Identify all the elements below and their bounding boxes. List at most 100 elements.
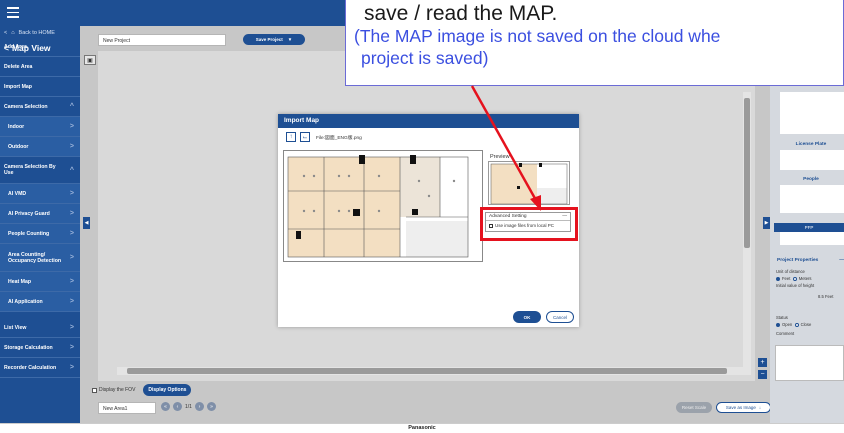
collapse-icon: — (839, 257, 844, 263)
last-page-button[interactable]: » (206, 402, 216, 411)
license-plate-thumbnail[interactable] (780, 92, 844, 134)
sidebar-item-outdoor[interactable]: Outdoor > (0, 137, 80, 157)
chevron-right-icon: > (69, 230, 74, 237)
sidebar-item-heat-map[interactable]: Heat Map > (0, 272, 80, 292)
unit-feet-radio[interactable] (776, 276, 780, 281)
sidebar-item-list-view[interactable]: List View > (0, 318, 80, 338)
people-thumbnail[interactable] (780, 185, 844, 213)
chevron-up-icon: ^ (69, 166, 74, 174)
floor-plan-drawing (284, 151, 482, 261)
upload-icon[interactable]: ↑ (286, 132, 296, 142)
download-icon: ↓ (758, 405, 762, 410)
dialog-title: Import Map (278, 114, 579, 128)
pfp-thumbnail[interactable] (780, 231, 844, 245)
sidebar-item-label: Camera Selection By Use (4, 164, 56, 176)
first-page-button[interactable]: « (161, 402, 170, 411)
horizontal-scrollbar-thumb[interactable] (127, 368, 727, 374)
unit-meters-radio[interactable] (792, 276, 797, 281)
file-name-label: File:図面_ENG版.png (316, 135, 362, 141)
sidebar-item-ai-privacy-guard[interactable]: AI Privacy Guard > (0, 204, 80, 224)
save-project-button[interactable]: Save Project ▼ (243, 34, 305, 45)
next-page-button[interactable]: › (194, 402, 204, 411)
status-close-radio[interactable] (794, 322, 799, 327)
status-label: Status (776, 315, 788, 320)
sidebar-item-recorder-calculation[interactable]: Recorder Calculation > (0, 358, 80, 378)
unit-of-distance-label: Unit of distance (776, 269, 805, 274)
area-pager: « ‹ 1/1 › » (161, 402, 216, 411)
sidebar-item-storage-calculation[interactable]: Storage Calculation > (0, 338, 80, 358)
sidebar-item-ai-application[interactable]: AI Application > (0, 292, 80, 312)
sidebar-item-label: AI Privacy Guard (8, 210, 50, 217)
chevron-right-icon: > (69, 324, 74, 331)
fov-row: Display the FOV Display Options (92, 384, 192, 396)
hamburger-menu-icon[interactable] (7, 7, 19, 18)
crop-icon[interactable]: ⌙ (300, 132, 310, 142)
chevron-right-icon: > (69, 143, 74, 150)
sidebar-item-label: Delete Area (4, 63, 33, 70)
preview-label: Preview (490, 154, 510, 160)
zoom-in-button[interactable]: + (758, 358, 767, 367)
sidebar-item-people-counting[interactable]: People Counting > (0, 224, 80, 244)
chevron-right-icon: > (69, 190, 74, 197)
sidebar-item-label: Heat Map (8, 278, 32, 285)
sidebar: < ⌂ Back to HOME < Map View Add Area Dele… (0, 26, 80, 423)
sidebar-item-delete-area[interactable]: Delete Area (0, 57, 80, 77)
chevron-right-icon: > (69, 210, 74, 217)
dialog-toolbar: ↑ ⌙ File:図面_ENG版.png (286, 132, 362, 142)
vertical-scrollbar[interactable] (743, 92, 751, 372)
sidebar-item-camera-selection[interactable]: Camera Selection ^ (0, 97, 80, 117)
map-layer-icon[interactable]: ▣ (84, 55, 96, 65)
back-to-home-link[interactable]: < ⌂ Back to HOME (4, 30, 55, 36)
horizontal-scrollbar[interactable] (117, 367, 751, 375)
callout-line-2: (The MAP image is not saved on the cloud… (354, 26, 721, 46)
sidebar-item-label: Area Counting/ Occupancy Detection (8, 251, 62, 264)
sidebar-item-ai-vmd[interactable]: AI VMD > (0, 184, 80, 204)
pfp-button[interactable]: PFP (774, 223, 844, 232)
sidebar-item-label: Recorder Calculation (4, 364, 57, 371)
reset-scale-button[interactable]: Reset Scale (676, 402, 712, 413)
chevron-right-icon: > (69, 254, 74, 261)
collapse-sidebar-button[interactable]: ◀ (83, 217, 90, 229)
sidebar-item-add-area[interactable]: Add Area (0, 37, 80, 57)
status-open-radio[interactable] (776, 322, 780, 327)
project-properties-header[interactable]: Project Properties — (774, 255, 844, 265)
initial-height-label: Initial value of height (776, 283, 815, 288)
sidebar-item-label: Indoor (8, 123, 25, 130)
sidebar-item-label: Add Area (4, 43, 27, 50)
license-plate-box[interactable] (780, 150, 844, 170)
ok-button[interactable]: OK (513, 311, 541, 323)
display-fov-label: Display the FOV (99, 387, 136, 393)
sidebar-item-import-map[interactable]: Import Map (0, 77, 80, 97)
area-name-field[interactable]: New Area1 (98, 402, 156, 414)
sidebar-item-label: Import Map (4, 83, 32, 90)
chevron-up-icon: ^ (69, 103, 74, 110)
highlight-red-box (480, 207, 578, 241)
sidebar-item-area-counting-occupancy-detection[interactable]: Area Counting/ Occupancy Detection > (0, 244, 80, 272)
cancel-button[interactable]: Cancel (546, 311, 574, 323)
callout-line-1: save / read the MAP. (364, 2, 558, 25)
display-options-button[interactable]: Display Options (143, 384, 192, 396)
floor-map-image[interactable] (283, 150, 483, 262)
annotation-callout: save / read the MAP. (The MAP image is n… (345, 0, 844, 86)
prev-page-button[interactable]: ‹ (173, 402, 182, 411)
status-radio-group: Open Close (776, 322, 811, 327)
chevron-right-icon: > (69, 278, 74, 285)
sidebar-item-camera-selection-by-use[interactable]: Camera Selection By Use ^ (0, 157, 80, 184)
project-name-field[interactable]: New Project (98, 34, 226, 46)
display-fov-checkbox[interactable] (92, 387, 97, 393)
zoom-out-button[interactable]: − (758, 370, 767, 379)
comment-textarea[interactable] (775, 345, 844, 381)
license-plate-label: License Plate (795, 142, 827, 147)
vertical-scrollbar-thumb[interactable] (744, 98, 750, 248)
chevron-left-icon: < (4, 30, 8, 36)
download-icon: ▼ (287, 37, 293, 42)
save-as-image-button[interactable]: Save as Image ↓ (716, 402, 771, 413)
expand-right-panel-button[interactable]: ▶ (763, 217, 770, 229)
comment-label: Comment (776, 331, 795, 336)
sidebar-item-label: Outdoor (8, 143, 29, 150)
height-value[interactable]: 8.5 Feet (818, 294, 833, 299)
sidebar-item-label: People Counting (8, 230, 50, 237)
sidebar-item-label: Camera Selection (4, 103, 48, 110)
sidebar-item-indoor[interactable]: Indoor > (0, 117, 80, 137)
page-indicator: 1/1 (185, 403, 192, 410)
